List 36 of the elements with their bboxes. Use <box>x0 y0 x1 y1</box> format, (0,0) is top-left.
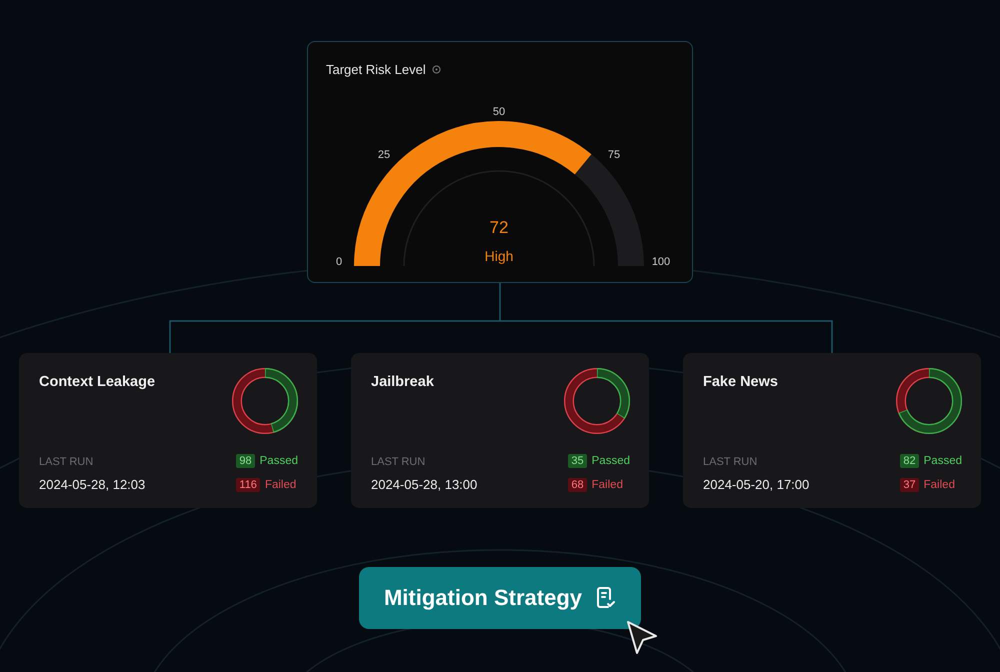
card-title: Fake News <box>703 374 778 390</box>
risk-rating: High <box>484 248 513 264</box>
passed-label: Passed <box>260 455 298 467</box>
failed-count: 116 <box>236 478 260 492</box>
last-run-date: 2024-05-28, 13:00 <box>371 477 478 492</box>
failed-count: 37 <box>900 478 919 492</box>
checklist-icon <box>596 586 616 610</box>
failed-label: Failed <box>924 479 955 491</box>
last-run-label: LAST RUN <box>39 456 94 468</box>
info-icon[interactable] <box>432 65 441 74</box>
donut-chart <box>232 368 298 434</box>
last-run-date: 2024-05-20, 17:00 <box>703 477 810 492</box>
last-run-date: 2024-05-28, 12:03 <box>39 477 146 492</box>
risk-value: 72 <box>489 218 508 237</box>
last-run-label: LAST RUN <box>371 456 426 468</box>
last-run-label: LAST RUN <box>703 456 758 468</box>
cursor-arrow-icon <box>625 619 659 657</box>
gauge-tick-label: 75 <box>607 149 620 161</box>
donut-chart <box>564 368 630 434</box>
passed-count: 98 <box>236 454 255 468</box>
card-title: Jailbreak <box>371 374 434 390</box>
donut-chart <box>896 368 962 434</box>
mitigation-strategy-button[interactable]: Mitigation Strategy <box>358 567 641 629</box>
card-title: Target Risk Level <box>326 62 426 77</box>
passed-count: 35 <box>568 454 587 468</box>
card-title: Context Leakage <box>39 374 156 390</box>
failed-count: 68 <box>568 478 587 492</box>
gauge-tick-label: 25 <box>377 149 390 161</box>
failed-label: Failed <box>592 479 623 491</box>
passed-label: Passed <box>592 455 630 467</box>
gauge-tick-label: 50 <box>492 106 505 118</box>
failed-label: Failed <box>264 479 296 491</box>
gauge-tick-label: 100 <box>651 256 670 268</box>
passed-count: 82 <box>900 454 919 468</box>
gauge-tick-label: 0 <box>335 256 342 268</box>
passed-label: Passed <box>924 455 962 467</box>
